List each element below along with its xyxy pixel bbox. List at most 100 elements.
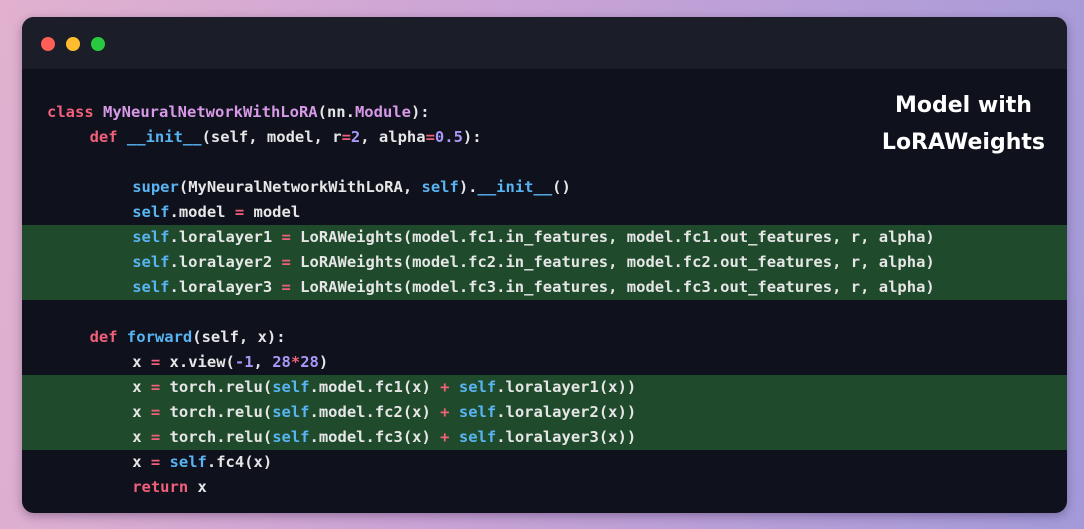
code-token: .model.fc1(x) [309,378,441,396]
code-token: () [552,178,571,196]
code-token: LoRAWeights(model.fc1.in_features, model… [290,228,935,246]
code-token: (nn. [317,103,355,121]
code-block: class MyNeuralNetworkWithLoRA(nn.Module)… [22,100,1067,500]
highlighted-code-line: self.loralayer2 = LoRAWeights(model.fc2.… [22,250,1067,275]
code-window: Model with LoRAWeights class MyNeuralNet… [22,17,1067,513]
code-token: 2 [350,128,361,146]
code-token: Module [354,103,411,121]
code-token: self [458,378,497,396]
code-token: self [132,278,170,296]
code-token: torch.relu( [160,403,273,421]
code-text: x = x.view(-1, 28*28) [132,350,328,375]
code-token: = [281,253,291,271]
code-token: + [440,378,450,396]
code-token: self [169,453,207,471]
title-bar [22,17,1067,69]
code-token: x [132,403,151,421]
highlighted-code-line: x = torch.relu(self.model.fc1(x) + self.… [22,375,1067,400]
code-token: self [132,253,170,271]
code-token: ): [462,128,482,146]
code-token: forward [126,328,193,346]
code-line: def __init__(self, model, r=2, alpha=0.5… [22,125,1067,150]
code-token: .model [169,203,235,221]
code-token: .loralayer3(x)) [496,428,637,446]
code-token: = [150,453,161,471]
code-token: x.view( [160,353,235,371]
code-token: x [132,378,151,396]
code-line: super(MyNeuralNetworkWithLoRA, self).__i… [22,175,1067,200]
code-text: self.loralayer1 = LoRAWeights(model.fc1.… [132,225,935,250]
code-line: def forward(self, x): [22,325,1067,350]
code-token: self [272,428,310,446]
code-text: class MyNeuralNetworkWithLoRA(nn.Module)… [47,100,430,125]
code-token: super [132,178,179,196]
code-text: self.loralayer2 = LoRAWeights(model.fc2.… [132,250,935,275]
code-text: x = self.fc4(x) [132,450,272,475]
code-token: .loralayer2 [169,253,282,271]
code-token: self [458,428,497,446]
code-token: = [150,403,161,421]
code-token: .model.fc2(x) [309,403,441,421]
code-token: .loralayer1 [169,228,282,246]
code-token: = [150,353,161,371]
code-line: class MyNeuralNetworkWithLoRA(nn.Module)… [22,100,1067,125]
code-token: ). [458,178,478,196]
code-text: self.loralayer3 = LoRAWeights(model.fc3.… [132,275,935,300]
code-text: x = torch.relu(self.model.fc3(x) + self.… [132,425,636,450]
code-token: x [132,353,151,371]
code-token: 0.5 [434,128,463,146]
code-token: = [234,203,245,221]
code-token: self [132,228,170,246]
code-text: super(MyNeuralNetworkWithLoRA, self).__i… [132,175,571,200]
code-token: x [132,428,151,446]
code-token: __init__ [126,128,202,146]
code-token: = [281,278,291,296]
code-token: self [272,378,310,396]
code-token: torch.relu( [160,428,273,446]
code-token: (MyNeuralNetworkWithLoRA, [178,178,422,196]
code-token: self [458,403,497,421]
code-token: -1 [234,353,254,371]
code-token: = [425,128,435,146]
code-text: def forward(self, x): [90,325,286,350]
code-token: torch.relu( [160,378,273,396]
code-token: , alpha [360,128,426,146]
code-text: x = torch.relu(self.model.fc1(x) + self.… [132,375,636,400]
code-token: + [440,403,450,421]
highlighted-code-line: self.loralayer1 = LoRAWeights(model.fc1.… [22,225,1067,250]
code-token: return [132,478,189,496]
code-text: return x [132,475,207,500]
code-token: = [281,228,291,246]
code-token: LoRAWeights(model.fc3.in_features, model… [290,278,935,296]
code-token: .model.fc3(x) [309,428,441,446]
code-token: self [272,403,310,421]
code-token: def [89,328,127,346]
code-token: (self, x): [192,328,286,346]
highlighted-code-line: x = torch.relu(self.model.fc3(x) + self.… [22,425,1067,450]
code-line: return x [22,475,1067,500]
code-token: x [188,478,207,496]
highlighted-code-line: x = torch.relu(self.model.fc2(x) + self.… [22,400,1067,425]
code-line: self.model = model [22,200,1067,225]
code-text: x = torch.relu(self.model.fc2(x) + self.… [132,400,636,425]
code-token: MyNeuralNetworkWithLoRA [103,103,318,121]
code-token: .loralayer3 [169,278,282,296]
code-token: = [341,128,351,146]
code-token: * [290,353,301,371]
code-token: .loralayer1(x)) [496,378,637,396]
code-token: 28 [300,353,319,371]
code-token: LoRAWeights(model.fc2.in_features, model… [290,253,935,271]
code-token: , [253,353,273,371]
code-token: ): [410,103,430,121]
highlighted-code-line: self.loralayer3 = LoRAWeights(model.fc3.… [22,275,1067,300]
minimize-dot-icon[interactable] [66,37,80,51]
zoom-dot-icon[interactable] [91,37,105,51]
code-line: x = x.view(-1, 28*28) [22,350,1067,375]
close-dot-icon[interactable] [41,37,55,51]
